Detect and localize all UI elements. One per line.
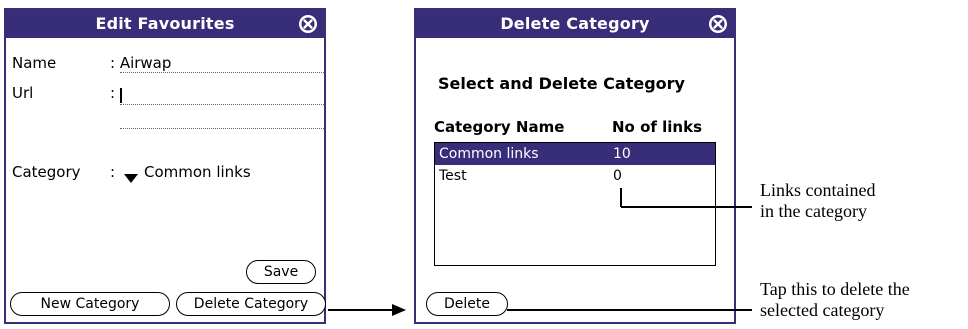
delete-annotation-line1: Tap this to delete the bbox=[760, 279, 910, 299]
links-annotation-line2: in the category bbox=[760, 201, 867, 221]
links-annotation: Links contained in the category bbox=[760, 180, 875, 222]
arrow-right-icon bbox=[328, 304, 406, 316]
links-callout-line bbox=[620, 188, 752, 208]
delete-annotation: Tap this to delete the selected category bbox=[760, 279, 910, 321]
delete-annotation-line2: selected category bbox=[760, 300, 885, 320]
links-annotation-line1: Links contained bbox=[760, 180, 876, 200]
